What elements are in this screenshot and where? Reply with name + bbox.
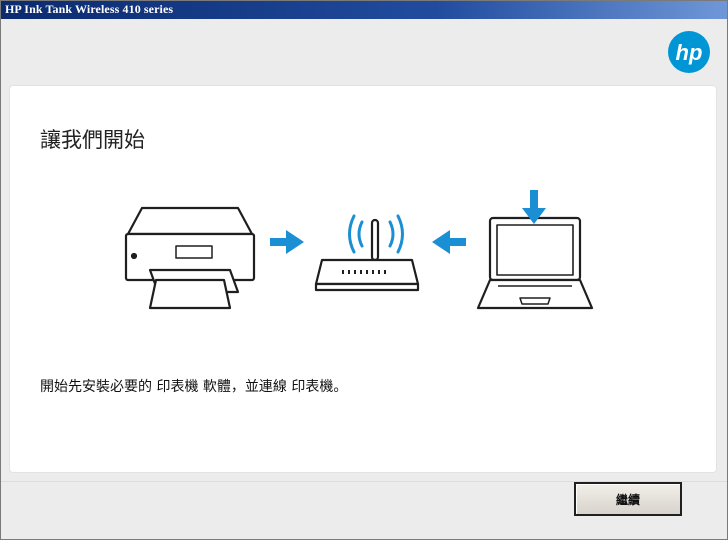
content-panel: 讓我們開始 開始先安裝必要的 印表機 軟體，並連線 印表機。 xyxy=(9,85,717,473)
setup-illustration xyxy=(124,190,594,310)
printer-icon xyxy=(124,206,256,310)
window-title: HP Ink Tank Wireless 410 series xyxy=(5,2,174,16)
setup-description: 開始先安裝必要的 印表機 軟體，並連線 印表機。 xyxy=(40,379,348,395)
arrow-right-icon xyxy=(270,230,304,254)
title-bar[interactable]: HP Ink Tank Wireless 410 series xyxy=(1,1,727,19)
arrow-left-icon xyxy=(432,230,466,254)
hp-logo-text: hp xyxy=(676,40,703,65)
wifi-router-icon xyxy=(314,214,420,292)
laptop-icon xyxy=(476,190,594,310)
page-heading: 讓我們開始 xyxy=(40,128,145,152)
installer-window: HP Ink Tank Wireless 410 series hp 讓我們開始 xyxy=(0,0,728,540)
continue-button[interactable]: 繼續 xyxy=(574,482,682,516)
hp-logo-icon: hp xyxy=(668,31,710,73)
